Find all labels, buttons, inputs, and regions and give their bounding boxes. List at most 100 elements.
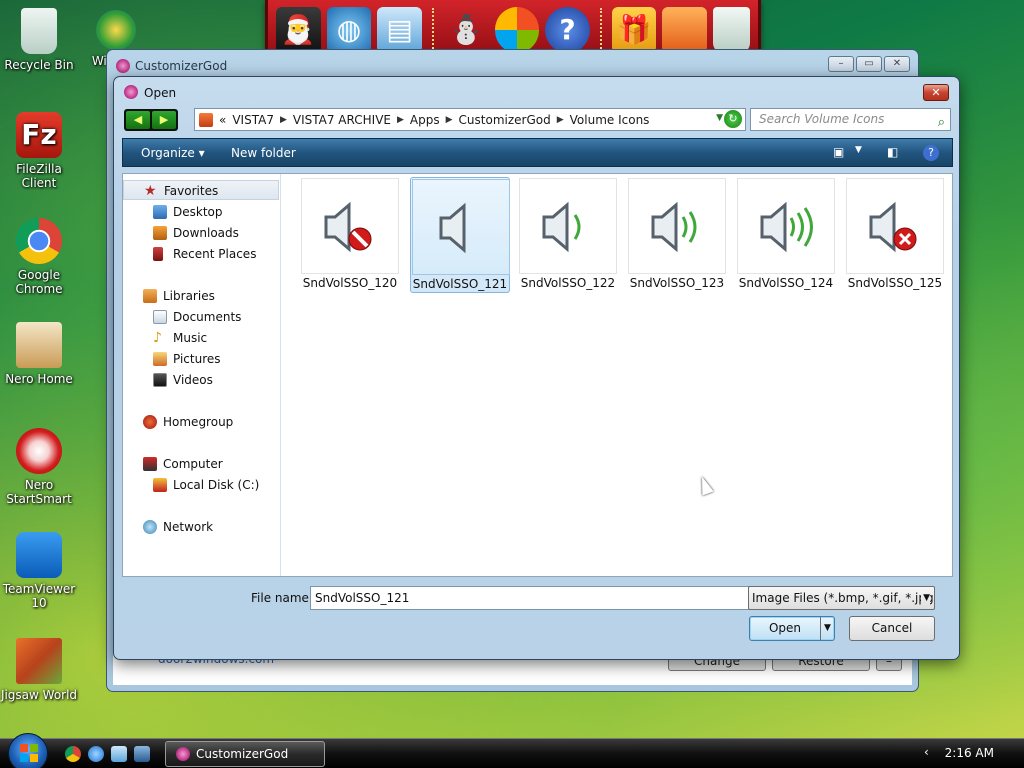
breadcrumb-separator-icon[interactable]: ▶ — [397, 115, 404, 125]
forward-button[interactable]: ▶ — [152, 111, 176, 129]
file-tile-selected[interactable]: SndVolSSO_121 — [410, 177, 510, 293]
show-hidden-icons-icon[interactable]: ‹ — [924, 745, 929, 759]
internet-explorer-icon[interactable] — [88, 746, 104, 762]
view-options-icon[interactable]: ▣ — [833, 145, 849, 159]
file-thumbnail — [628, 178, 726, 274]
nav-computer[interactable]: Computer — [123, 454, 279, 474]
show-desktop-icon[interactable] — [111, 746, 127, 762]
nav-documents[interactable]: Documents — [123, 307, 279, 327]
close-button[interactable]: ✕ — [884, 56, 910, 72]
command-toolbar: Organize ▾ New folder ▣ ▼ ◧ ? — [122, 138, 953, 167]
file-tile[interactable]: SndVolSSO_123 — [628, 178, 726, 292]
breadcrumb-vista7-archive[interactable]: VISTA7 ARCHIVE — [293, 113, 391, 127]
desktop-icon-chrome[interactable]: Google Chrome — [0, 218, 78, 296]
folder-icon[interactable] — [662, 6, 708, 53]
desktop-icon-jigsaw[interactable]: Jigsaw World — [0, 638, 78, 702]
new-folder-button[interactable]: New folder — [231, 146, 296, 160]
trash-icon[interactable] — [713, 6, 750, 53]
speaker-mute-icon — [439, 202, 466, 254]
desktop-icon-label: Google Chrome — [15, 268, 63, 296]
desktop-icon-recycle-bin[interactable]: Recycle Bin — [0, 8, 78, 72]
chrome-quicklaunch-icon[interactable] — [65, 746, 81, 762]
dock-separator — [599, 7, 602, 52]
start-button[interactable] — [8, 733, 48, 768]
switch-windows-icon[interactable] — [134, 746, 150, 762]
organize-button[interactable]: Organize ▾ — [141, 146, 205, 160]
desktop-icon-label: Jigsaw World — [0, 688, 78, 702]
cancel-button[interactable]: Cancel — [849, 616, 935, 641]
nav-music[interactable]: ♪ Music — [123, 328, 279, 348]
gift-icon[interactable]: 🎁 — [611, 6, 657, 53]
dialog-close-button[interactable]: ✕ — [923, 84, 949, 101]
search-input[interactable]: Search Volume Icons ⌕ — [750, 108, 951, 131]
santa-monitor-icon[interactable]: 🎅 — [276, 6, 321, 53]
view-dropdown-icon[interactable]: ▼ — [855, 145, 871, 159]
nav-buttons: ◀ ▶ — [124, 109, 178, 131]
address-dropdown-icon[interactable]: ▼ — [716, 113, 723, 123]
breadcrumb-apps[interactable]: Apps — [410, 113, 440, 127]
file-tile[interactable]: SndVolSSO_122 — [519, 178, 617, 292]
help-icon[interactable]: ? — [923, 145, 939, 161]
nav-recent-places[interactable]: Recent Places — [123, 244, 279, 264]
music-icon: ♪ — [153, 330, 162, 346]
file-thumbnail — [301, 178, 399, 274]
breadcrumb-separator-icon[interactable]: ▶ — [557, 115, 564, 125]
globe-monitor-icon[interactable]: ◍ — [326, 6, 372, 53]
snowman-icon[interactable]: ⛄ — [444, 7, 489, 53]
taskbar-button-customizergod[interactable]: CustomizerGod — [165, 741, 325, 767]
teamviewer-icon — [16, 532, 62, 578]
clock[interactable]: 2:16 AM — [945, 746, 994, 760]
address-bar[interactable]: « VISTA7 ▶ VISTA7 ARCHIVE ▶ Apps ▶ Custo… — [194, 108, 746, 131]
minimize-button[interactable]: – — [828, 56, 854, 72]
refresh-icon[interactable]: ↻ — [724, 110, 742, 128]
breadcrumb-volume-icons[interactable]: Volume Icons — [570, 113, 650, 127]
windows-flag-icon[interactable] — [494, 6, 540, 53]
nav-homegroup[interactable]: Homegroup — [123, 412, 279, 432]
desktop-icon-teamviewer[interactable]: TeamViewer 10 — [0, 532, 78, 610]
file-name: SndVolSSO_123 — [629, 276, 725, 290]
nav-downloads[interactable]: Downloads — [123, 223, 279, 243]
nav-libraries[interactable]: Libraries — [123, 286, 279, 306]
nav-favorites[interactable]: ★ Favorites — [123, 180, 279, 200]
desktop-icon-label: Nero Home — [5, 372, 73, 386]
breadcrumb-separator-icon[interactable]: ▶ — [280, 115, 287, 125]
nav-network[interactable]: Network — [123, 517, 279, 537]
desktop-icon-filezilla[interactable]: Fz FileZilla Client — [0, 112, 78, 190]
file-tile[interactable]: SndVolSSO_120 — [301, 178, 399, 292]
file-name-label: File name: — [251, 591, 313, 605]
file-type-select[interactable]: Image Files (*.bmp, *.gif, *.jpg, ▼ — [748, 586, 935, 610]
breadcrumb-customizergod[interactable]: CustomizerGod — [459, 113, 551, 127]
chevron-down-icon[interactable]: ▼ — [921, 587, 930, 609]
back-button[interactable]: ◀ — [126, 111, 150, 129]
windows-live-icon — [96, 10, 136, 50]
breadcrumb-vista7[interactable]: VISTA7 — [232, 113, 274, 127]
customizergod-icon — [176, 747, 190, 761]
nav-videos[interactable]: Videos — [123, 370, 279, 390]
nav-label: Downloads — [173, 226, 239, 240]
desktop-icon — [153, 205, 167, 219]
file-tile[interactable]: SndVolSSO_125 — [846, 178, 944, 292]
videos-icon — [153, 373, 167, 387]
open-button[interactable]: Open ▼ — [749, 616, 835, 641]
desktop-window-icon[interactable]: ▤ — [377, 6, 422, 53]
search-icon[interactable]: ⌕ — [938, 112, 945, 133]
chrome-icon — [16, 218, 62, 264]
jigsaw-icon — [16, 638, 62, 684]
app-icon — [116, 59, 130, 73]
nav-desktop[interactable]: Desktop — [123, 202, 279, 222]
open-split-dropdown-icon[interactable]: ▼ — [820, 617, 834, 640]
nav-label: Network — [163, 520, 214, 534]
breadcrumb-overflow[interactable]: « — [219, 113, 226, 127]
desktop-icon-nero-startsmart[interactable]: Nero StartSmart — [0, 428, 78, 506]
file-tile[interactable]: SndVolSSO_124 — [737, 178, 835, 292]
nav-pictures[interactable]: Pictures — [123, 349, 279, 369]
filezilla-icon: Fz — [16, 112, 62, 158]
desktop-icon-nero-home[interactable]: Nero Home — [0, 322, 78, 386]
maximize-button[interactable]: ▭ — [856, 56, 882, 72]
preview-pane-icon[interactable]: ◧ — [887, 145, 903, 159]
breadcrumb-separator-icon[interactable]: ▶ — [446, 115, 453, 125]
nav-local-disk[interactable]: Local Disk (C:) — [123, 475, 279, 495]
nav-label: Libraries — [163, 289, 215, 303]
help-icon[interactable]: ? — [545, 6, 590, 53]
file-thumbnail — [737, 178, 835, 274]
